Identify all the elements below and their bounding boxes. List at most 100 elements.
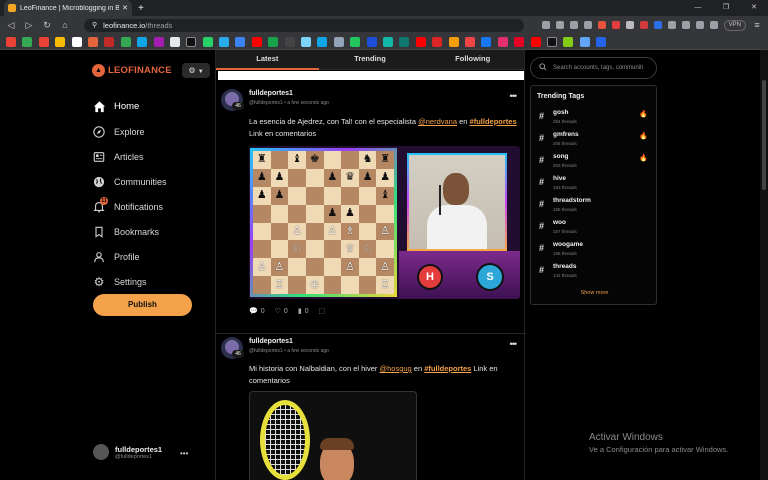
extension-hive-icon[interactable] xyxy=(639,21,648,29)
youtube-bookmark-3-icon[interactable] xyxy=(530,36,541,47)
close-window-button[interactable]: ✕ xyxy=(740,0,768,16)
trending-tag-item[interactable]: # gmfrens 206 threads 🔥 xyxy=(537,130,652,152)
tab-following[interactable]: Following xyxy=(421,50,524,69)
search-box[interactable]: Search accounts, tags, communiti xyxy=(530,57,657,79)
scrollbar-thumb[interactable] xyxy=(762,80,766,190)
wallet-icon[interactable] xyxy=(709,21,718,29)
telegram-bookmark-icon[interactable] xyxy=(219,36,230,47)
post-more-button[interactable]: ••• xyxy=(510,91,518,101)
bookmark-c-icon[interactable] xyxy=(596,36,607,47)
bookmark-yellow-icon[interactable] xyxy=(55,36,66,47)
search-input[interactable]: Search accounts, tags, communiti xyxy=(553,65,643,71)
bookmark-shield-icon[interactable] xyxy=(104,36,115,47)
bookmark-pk-icon[interactable] xyxy=(268,36,279,47)
bookmark-lightblue-icon[interactable] xyxy=(301,36,312,47)
bookmark-a-icon[interactable] xyxy=(71,36,82,47)
trending-tag-item[interactable]: # gosh 294 threads 🔥 xyxy=(537,108,652,130)
menu-item-explore[interactable]: Explore xyxy=(92,119,167,144)
bookmark-navy-icon[interactable] xyxy=(366,36,377,47)
compose-area[interactable] xyxy=(218,71,524,80)
bookmark-gray-icon[interactable] xyxy=(333,36,344,47)
url-field[interactable]: ⚲ leofinance.io/threads xyxy=(84,18,524,32)
bookmark-lime-icon[interactable] xyxy=(563,36,574,47)
mention-link[interactable]: @nerdvana xyxy=(418,117,457,126)
extension-red-icon[interactable] xyxy=(611,21,620,29)
like-button[interactable]: ♡ 0 xyxy=(275,307,288,316)
post-author[interactable]: fulldeportes1 xyxy=(249,338,293,345)
facebook-bookmark-icon[interactable] xyxy=(481,36,492,47)
tab-close-icon[interactable]: ✕ xyxy=(122,4,128,12)
leofinance-logo[interactable]: ▲ LEOFINANCE xyxy=(92,64,172,77)
vpn-button[interactable]: VPN xyxy=(723,19,746,31)
bookmark-orange-icon[interactable] xyxy=(87,36,98,47)
trending-tag-item[interactable]: # woogame 156 threads xyxy=(537,240,652,262)
menu-item-settings[interactable]: ⚙ Settings xyxy=(92,269,167,294)
menu-item-articles[interactable]: Articles xyxy=(92,144,167,169)
bookmark-dark-icon[interactable] xyxy=(284,36,295,47)
menu-item-notifications[interactable]: 11 Notifications xyxy=(92,194,167,219)
post-author[interactable]: fulldeportes1 xyxy=(249,90,293,97)
bookmark-blue-icon[interactable] xyxy=(235,36,246,47)
excel-bookmark-icon[interactable] xyxy=(350,36,361,47)
site-info-icon[interactable]: ⚲ xyxy=(92,21,97,29)
restore-button[interactable]: ❐ xyxy=(712,0,740,16)
youtube-bookmark-2-icon[interactable] xyxy=(415,36,426,47)
downloads-icon[interactable] xyxy=(681,21,690,29)
settings-dropdown-button[interactable]: ⚙ ▼ xyxy=(182,63,210,78)
trending-tag-item[interactable]: # threads 142 threads xyxy=(537,262,652,284)
bookmark-m-icon[interactable] xyxy=(464,36,475,47)
translate-icon[interactable] xyxy=(541,21,550,29)
page-scrollbar[interactable] xyxy=(760,50,768,480)
trending-tag-item[interactable]: # threadstorm 166 threads xyxy=(537,196,652,218)
stats-button[interactable]: ▮ 0 xyxy=(298,307,309,316)
forward-icon[interactable]: ▷ xyxy=(24,20,34,31)
instagram-bookmark-icon[interactable] xyxy=(497,36,508,47)
bookmark-cyan-icon[interactable] xyxy=(137,36,148,47)
bookmark-red-icon[interactable] xyxy=(432,36,443,47)
trending-tag-item[interactable]: # hive 183 threads xyxy=(537,174,652,196)
post-more-button[interactable]: ••• xyxy=(510,339,518,349)
bookmark-amber-icon[interactable] xyxy=(448,36,459,47)
home-icon[interactable]: ⌂ xyxy=(60,20,70,30)
menu-item-bookmarks[interactable]: Bookmarks xyxy=(92,219,167,244)
publish-button[interactable]: Publish xyxy=(93,294,192,316)
side-panel-icon[interactable] xyxy=(695,21,704,29)
browser-tab[interactable]: LeoFinance | Microblogging in Bl ✕ xyxy=(4,0,132,16)
menu-item-profile[interactable]: Profile xyxy=(92,244,167,269)
hashtag-link[interactable]: #fulldeportes xyxy=(424,364,471,373)
trending-tag-item[interactable]: # song 203 threads 🔥 xyxy=(537,152,652,174)
bookmark-periwinkle-icon[interactable] xyxy=(579,36,590,47)
bookmark-sky-icon[interactable] xyxy=(317,36,328,47)
drive-bookmark-icon[interactable] xyxy=(22,36,33,47)
user-more-button[interactable]: ••• xyxy=(180,449,188,458)
bookmark-teal-icon[interactable] xyxy=(382,36,393,47)
mention-link[interactable]: @hosgug xyxy=(379,364,411,373)
post-image-chess-stream[interactable]: ♜ ♝ ♚ ♞ ♜ ♟ ♟ ♟ ♛ ♟ ♟ ♟ ♟ ♝ ♟ ♟ ♙ ♙ ♗ ♙ ♘ ♕ ♘ ♙ ♙ ♙ ♙ ♖ ♔ ♖ H S xyxy=(249,146,520,299)
extension-key-icon[interactable] xyxy=(625,21,634,29)
youtube-bookmark-icon[interactable] xyxy=(251,36,262,47)
hashtag-link[interactable]: #fulldeportes xyxy=(470,117,517,126)
new-tab-button[interactable]: + xyxy=(138,3,144,14)
bookmark-green-icon[interactable] xyxy=(120,36,131,47)
gmail-bookmark-icon[interactable] xyxy=(6,36,16,47)
bookmark-star-icon[interactable] xyxy=(583,21,592,29)
tab-latest[interactable]: Latest xyxy=(216,50,319,70)
bookmark-purple-icon[interactable] xyxy=(153,36,164,47)
bookmark-grid-icon[interactable] xyxy=(169,36,180,47)
brave-icon[interactable] xyxy=(597,21,606,29)
minimize-button[interactable]: — xyxy=(684,0,712,16)
zoom-icon[interactable] xyxy=(555,21,564,29)
menu-icon[interactable]: ≡ xyxy=(752,20,762,30)
pinterest-bookmark-icon[interactable] xyxy=(514,36,525,47)
trending-tag-item[interactable]: # woo 157 threads xyxy=(537,218,652,240)
menu-item-communities[interactable]: Communities xyxy=(92,169,167,194)
show-more-link[interactable]: Show more xyxy=(531,290,658,296)
current-user[interactable]: fulldeportes1 @fulldeportes1 xyxy=(93,444,162,460)
whatsapp-bookmark-icon[interactable] xyxy=(202,36,213,47)
back-icon[interactable]: ◁ xyxy=(6,20,16,31)
tiktok-bookmark-icon[interactable] xyxy=(546,36,557,47)
x-bookmark-icon[interactable] xyxy=(186,36,197,47)
bookmark-darkteal-icon[interactable] xyxy=(399,36,410,47)
extensions-puzzle-icon[interactable] xyxy=(667,21,676,29)
tab-trending[interactable]: Trending xyxy=(319,50,422,69)
